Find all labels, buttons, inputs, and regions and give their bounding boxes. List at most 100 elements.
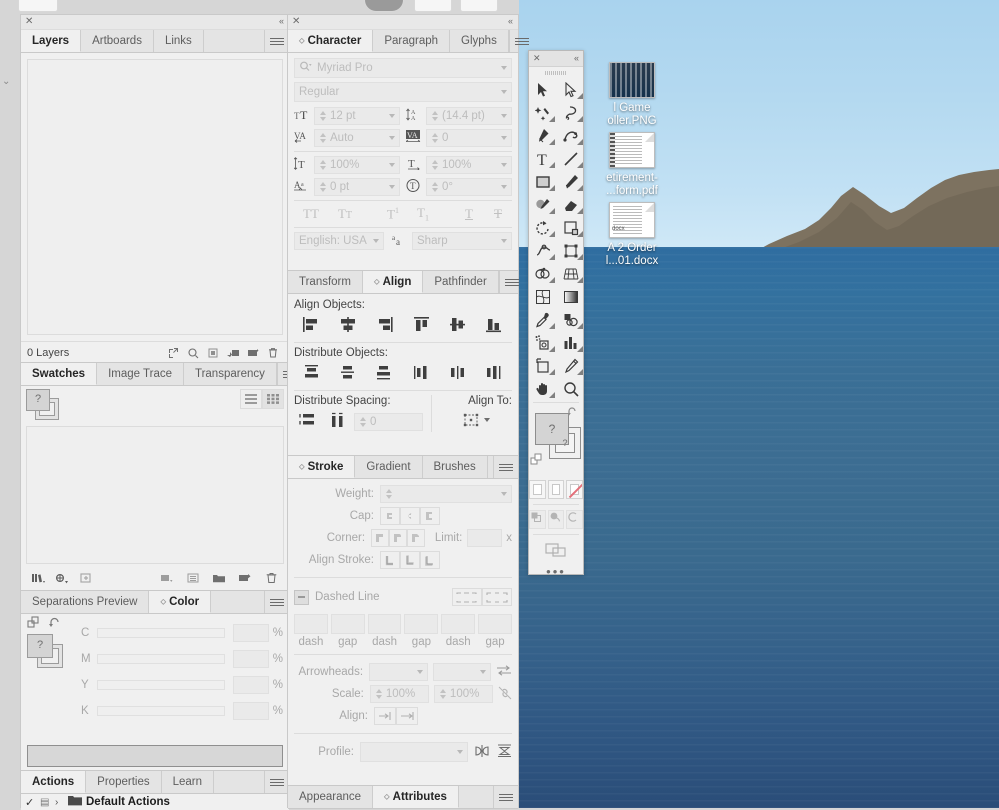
dash-field-1[interactable] [294, 614, 328, 634]
tab-transform[interactable]: Transform [288, 271, 363, 293]
miter-limit-field[interactable] [467, 529, 503, 547]
arrowhead-scale-end-field[interactable]: 100% [433, 685, 493, 703]
swatch-kind-list-icon[interactable] [180, 569, 206, 587]
width-tool-icon[interactable] [529, 239, 557, 262]
chevron-down-icon[interactable] [501, 185, 507, 189]
font-style-field[interactable]: Regular [294, 82, 512, 102]
gap-field-3[interactable] [478, 614, 512, 634]
panel-menu-icon[interactable] [494, 786, 518, 808]
flip-profile-vertical-icon[interactable] [497, 744, 512, 761]
column-graph-tool-icon[interactable] [557, 331, 585, 354]
slider-track-m[interactable] [97, 654, 225, 664]
magic-wand-tool-icon[interactable] [529, 101, 557, 124]
stroke-profile-field[interactable] [360, 742, 468, 762]
toolbar-drag-handle[interactable] [529, 67, 583, 78]
new-swatch-icon[interactable] [232, 569, 258, 587]
swatches-grid-area[interactable] [26, 426, 284, 564]
delete-swatch-icon[interactable] [258, 569, 284, 587]
stepper-icon[interactable] [431, 130, 440, 146]
chevron-down-icon[interactable] [389, 185, 395, 189]
eyedropper-tool-icon[interactable] [529, 308, 557, 331]
stepper-icon[interactable] [319, 179, 328, 195]
collapse-panel-icon[interactable]: « [574, 51, 579, 65]
window-chrome-control[interactable] [460, 0, 498, 12]
tab-properties[interactable]: Properties [86, 771, 162, 793]
align-right-icon[interactable] [366, 316, 402, 336]
align-to-dropdown[interactable] [440, 412, 512, 428]
slider-value-m[interactable] [232, 650, 269, 668]
tab-pathfinder[interactable]: Pathfinder [423, 271, 499, 293]
panel-menu-icon[interactable] [494, 456, 518, 478]
line-segment-tool-icon[interactable] [557, 147, 585, 170]
chevron-down-icon[interactable] [480, 670, 487, 674]
align-vertical-center-icon[interactable] [440, 316, 476, 336]
list-view-icon[interactable] [240, 389, 262, 409]
horizontal-scale-field[interactable]: 100% [426, 156, 512, 174]
window-chrome-control[interactable] [18, 0, 58, 12]
align-bottom-icon[interactable] [476, 316, 512, 336]
chevron-down-icon[interactable] [457, 750, 463, 754]
panel-menu-icon[interactable] [510, 30, 529, 52]
window-chrome-control[interactable] [414, 0, 452, 12]
slider-value-y[interactable] [232, 676, 269, 694]
shape-builder-tool-icon[interactable] [529, 262, 557, 285]
panel-menu-icon[interactable] [500, 271, 519, 293]
paintbrush-tool-icon[interactable] [557, 170, 585, 193]
bevel-join-icon[interactable] [407, 529, 426, 547]
tab-image-trace[interactable]: Image Trace [97, 363, 184, 385]
new-sublayer-icon[interactable] [203, 344, 223, 362]
tab-layers[interactable]: Layers [21, 30, 82, 52]
slider-track-c[interactable] [97, 628, 225, 638]
round-join-icon[interactable] [389, 529, 408, 547]
color-swatch-icon[interactable] [529, 480, 546, 499]
dash-field-2[interactable] [367, 614, 402, 634]
swatch-libraries-icon[interactable] [26, 569, 50, 587]
underline-icon[interactable]: T [454, 206, 484, 222]
show-swatch-kinds-icon[interactable] [50, 569, 74, 587]
delete-layer-icon[interactable] [263, 344, 283, 362]
chevron-down-icon[interactable] [373, 239, 379, 243]
swap-arrowheads-icon[interactable] [496, 664, 512, 680]
tab-transparency[interactable]: Transparency [184, 363, 277, 385]
collapse-panel-icon[interactable]: « [279, 15, 284, 28]
chevron-down-icon[interactable] [416, 670, 423, 674]
new-layer-below-icon[interactable] [223, 344, 243, 362]
link-arrowhead-scales-icon[interactable] [498, 686, 512, 703]
align-horizontal-center-icon[interactable] [330, 316, 366, 336]
gap-field-2[interactable] [404, 614, 439, 634]
arrowhead-scale-start-field[interactable]: 100% [369, 685, 429, 703]
leading-field[interactable]: (14.4 pt) [426, 107, 512, 125]
strikethrough-icon[interactable]: T [484, 206, 512, 222]
distribute-horizontal-center-icon[interactable] [440, 364, 476, 384]
flip-profile-horizontal-icon[interactable] [475, 744, 490, 761]
distribute-top-icon[interactable] [294, 364, 330, 384]
stepper-icon[interactable] [319, 130, 328, 146]
desktop-file-item[interactable]: l Game oller.PNG [577, 62, 687, 128]
panel-menu-icon[interactable] [265, 30, 289, 52]
distribute-horizontal-space-icon[interactable] [324, 412, 354, 432]
eraser-tool-icon[interactable] [557, 193, 585, 216]
projecting-cap-icon[interactable] [420, 507, 440, 525]
swatches-fill-stroke-proxy[interactable]: ? [26, 389, 60, 420]
stepper-icon[interactable] [319, 108, 328, 124]
chevron-down-icon[interactable]: ⌄ [2, 76, 10, 87]
tab-swatches[interactable]: Swatches [21, 363, 98, 385]
collapse-panel-icon[interactable]: « [508, 15, 513, 28]
draw-inside-icon[interactable] [566, 510, 584, 529]
tab-appearance[interactable]: Appearance [288, 786, 374, 808]
mesh-tool-icon[interactable] [529, 285, 557, 308]
align-top-icon[interactable] [404, 316, 440, 336]
stepper-icon[interactable] [385, 486, 394, 502]
perspective-grid-tool-icon[interactable] [557, 262, 585, 285]
superscript-icon[interactable]: T1 [378, 206, 408, 222]
direct-selection-tool-icon[interactable] [557, 78, 585, 101]
tab-attributes[interactable]: ⬦ Attributes [373, 786, 459, 808]
kerning-field[interactable]: Auto [314, 129, 400, 147]
baseline-shift-field[interactable]: 0 pt [314, 178, 400, 196]
type-tool-icon[interactable]: T [529, 147, 557, 170]
chevron-down-icon[interactable] [501, 163, 507, 167]
distribute-bottom-icon[interactable] [366, 364, 402, 384]
swatch-options-icon[interactable] [74, 569, 98, 587]
place-arrow-at-end-icon[interactable] [396, 707, 418, 725]
shaper-tool-icon[interactable] [529, 193, 557, 216]
